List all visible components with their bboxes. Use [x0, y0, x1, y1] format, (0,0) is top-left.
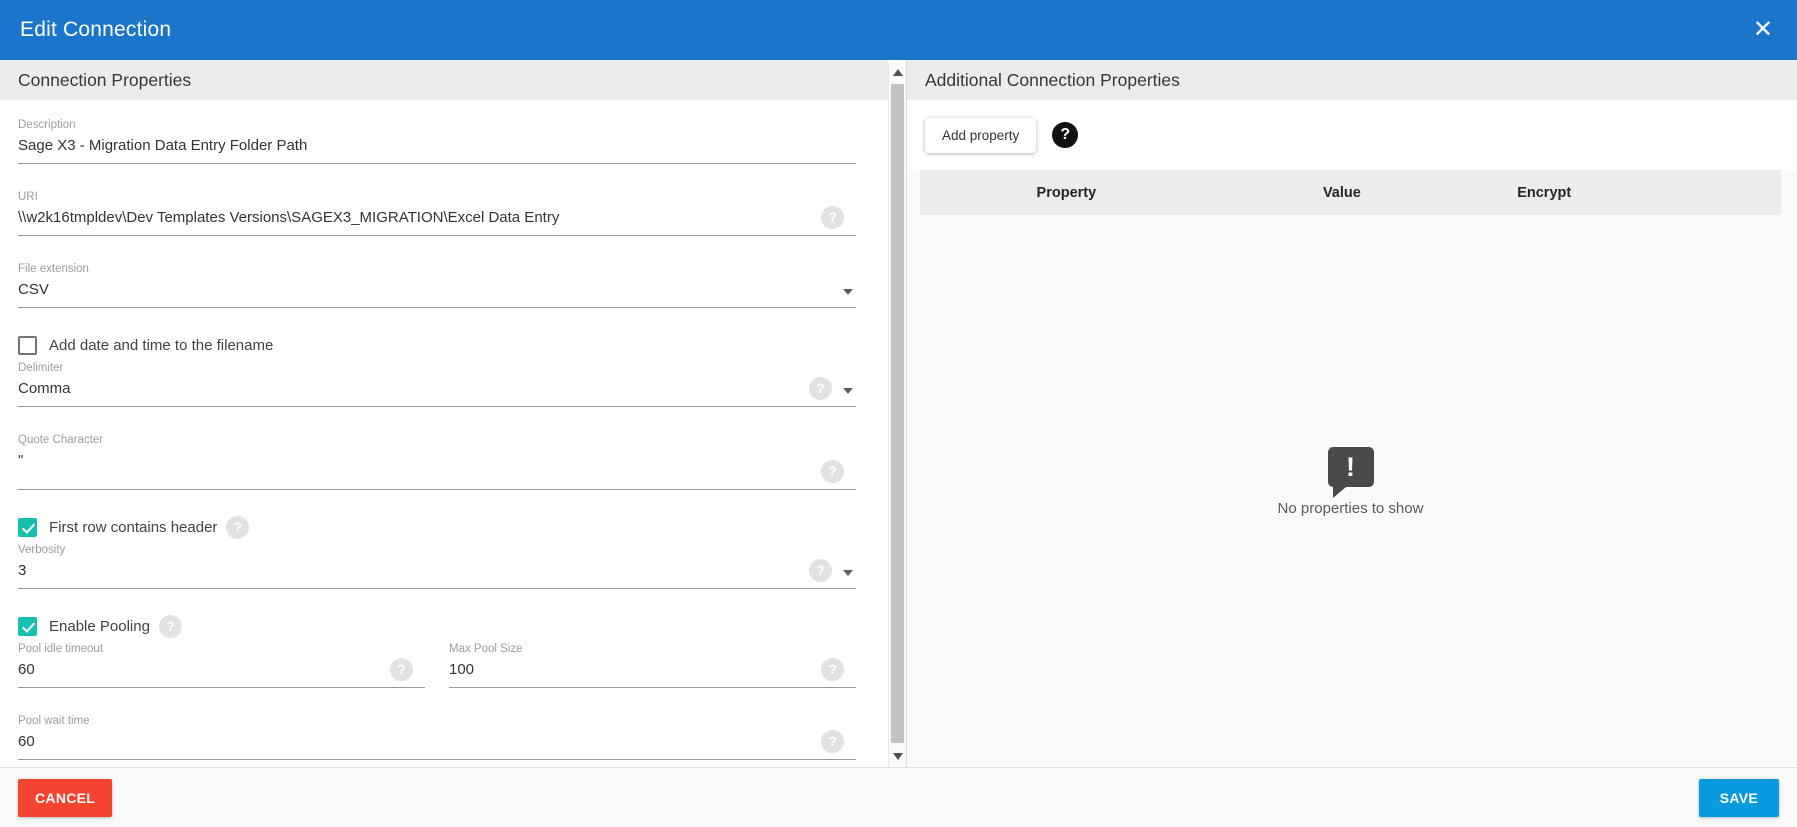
column-header-encrypt: Encrypt — [1471, 185, 1617, 201]
file-extension-field: File extension CSV — [18, 262, 856, 308]
save-button[interactable]: SAVE — [1699, 779, 1779, 817]
enable-pooling-checkbox[interactable] — [18, 617, 37, 636]
file-extension-select[interactable]: CSV — [18, 276, 856, 308]
pool-idle-timeout-help-icon[interactable]: ? — [390, 658, 413, 681]
dialog-titlebar: Edit Connection ✕ — [0, 0, 1797, 60]
column-header-property: Property — [920, 185, 1213, 201]
verbosity-help-icon[interactable]: ? — [809, 559, 832, 582]
file-extension-label: File extension — [18, 262, 856, 276]
delimiter-select[interactable]: Comma — [18, 375, 856, 407]
max-pool-size-input[interactable] — [449, 656, 856, 688]
enable-pooling-help-icon[interactable]: ? — [159, 615, 182, 638]
properties-table-body: ! No properties to show — [907, 215, 1797, 767]
pooling-settings-row: Pool idle timeout ? Max Pool Size ? — [18, 642, 856, 688]
pool-wait-time-help-icon[interactable]: ? — [821, 730, 844, 753]
first-row-header-label: First row contains header — [49, 519, 217, 536]
dialog-content: Connection Properties Description URI ? … — [0, 60, 1797, 767]
connection-properties-form: Description URI ? File extension CSV Add… — [0, 100, 888, 767]
description-label: Description — [18, 118, 856, 132]
pool-idle-timeout-field: Pool idle timeout ? — [18, 642, 425, 688]
verbosity-label: Verbosity — [18, 543, 856, 557]
scrollbar-up-icon[interactable] — [893, 69, 903, 76]
uri-field: URI ? — [18, 190, 856, 236]
first-row-header-row: First row contains header ? — [18, 516, 856, 538]
quote-character-label: Quote Character — [18, 433, 856, 447]
pool-wait-time-field: Pool wait time ? — [18, 714, 856, 760]
pool-idle-timeout-input[interactable] — [18, 656, 425, 688]
empty-state-text: No properties to show — [907, 500, 1794, 517]
description-field: Description — [18, 118, 856, 164]
close-icon[interactable]: ✕ — [1753, 18, 1773, 42]
uri-input[interactable] — [18, 204, 856, 236]
max-pool-size-help-icon[interactable]: ? — [821, 658, 844, 681]
add-datetime-checkbox[interactable] — [18, 336, 37, 355]
column-header-value: Value — [1213, 185, 1471, 201]
uri-label: URI — [18, 190, 856, 204]
file-extension-dropdown-icon[interactable] — [843, 289, 853, 295]
edit-connection-dialog: Edit Connection ✕ Connection Properties … — [0, 0, 1797, 827]
additional-properties-panel: Additional Connection Properties Add pro… — [906, 60, 1797, 767]
first-row-header-help-icon[interactable]: ? — [226, 516, 249, 539]
additional-properties-header: Additional Connection Properties — [907, 60, 1797, 100]
empty-state: ! No properties to show — [907, 447, 1794, 517]
left-panel-scrollbar[interactable] — [888, 62, 906, 767]
quote-character-input[interactable] — [18, 447, 856, 490]
max-pool-size-label: Max Pool Size — [449, 642, 856, 656]
delimiter-dropdown-icon[interactable] — [843, 388, 853, 394]
delimiter-label: Delimiter — [18, 361, 856, 375]
first-row-header-checkbox[interactable] — [18, 518, 37, 537]
dialog-footer: CANCEL SAVE — [0, 767, 1797, 827]
cancel-button[interactable]: CANCEL — [18, 779, 112, 817]
additional-properties-title: Additional Connection Properties — [925, 70, 1180, 91]
scrollbar-down-icon[interactable] — [893, 753, 903, 760]
delimiter-help-icon[interactable]: ? — [809, 377, 832, 400]
quote-character-field: Quote Character ? — [18, 433, 856, 490]
connection-properties-title: Connection Properties — [18, 70, 191, 91]
max-pool-size-field: Max Pool Size ? — [449, 642, 856, 688]
enable-pooling-label: Enable Pooling — [49, 618, 150, 635]
verbosity-dropdown-icon[interactable] — [843, 570, 853, 576]
dialog-title: Edit Connection — [20, 18, 171, 42]
description-input[interactable] — [18, 132, 856, 164]
additional-properties-toolbar: Add property ? — [907, 100, 1797, 170]
pool-idle-timeout-label: Pool idle timeout — [18, 642, 425, 656]
delimiter-field: Delimiter Comma ? — [18, 361, 856, 407]
verbosity-field: Verbosity 3 ? — [18, 543, 856, 589]
add-datetime-label: Add date and time to the filename — [49, 337, 273, 354]
exclamation-bubble-icon: ! — [1328, 447, 1374, 487]
add-datetime-row: Add date and time to the filename — [18, 334, 856, 356]
quote-character-help-icon[interactable]: ? — [821, 460, 844, 483]
enable-pooling-row: Enable Pooling ? — [18, 615, 856, 637]
scrollbar-thumb[interactable] — [891, 84, 904, 743]
connection-properties-panel: Connection Properties Description URI ? … — [0, 60, 906, 767]
properties-table-header: Property Value Encrypt — [920, 170, 1781, 215]
pool-wait-time-label: Pool wait time — [18, 714, 856, 728]
uri-help-icon[interactable]: ? — [821, 206, 844, 229]
verbosity-select[interactable]: 3 — [18, 557, 856, 589]
pool-wait-time-input[interactable] — [18, 728, 856, 760]
add-property-help-icon[interactable]: ? — [1052, 122, 1078, 148]
connection-properties-header: Connection Properties — [0, 60, 888, 100]
add-property-button[interactable]: Add property — [925, 118, 1036, 153]
